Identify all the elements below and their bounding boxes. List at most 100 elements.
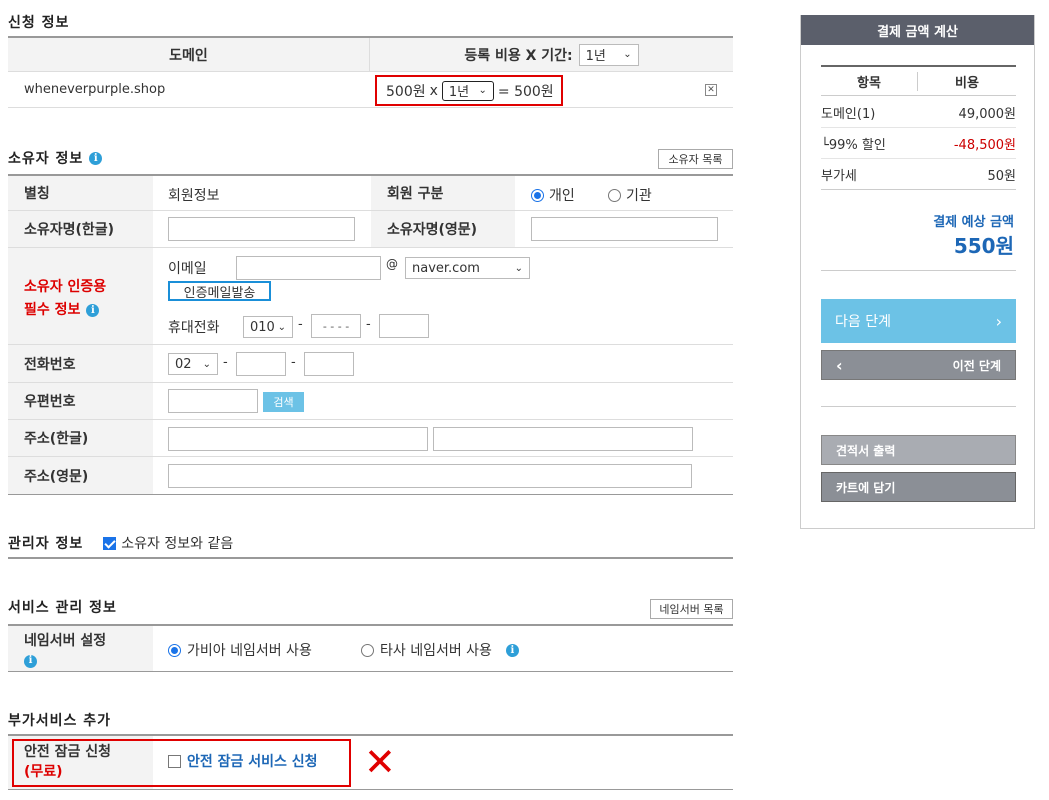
print-quote-button[interactable]: 견적서 출력 xyxy=(821,435,1016,465)
dash: - xyxy=(223,355,228,370)
sidebar-divider xyxy=(821,406,1016,407)
next-step-button[interactable]: 다음 단계 › xyxy=(821,299,1016,343)
application-row: wheneverpurple.shop xyxy=(8,72,733,108)
print-quote-label: 견적서 출력 xyxy=(836,443,896,458)
auth-label-line2: 필수 정보 xyxy=(24,302,81,318)
safe-lock-highlight xyxy=(12,739,351,787)
same-as-owner-label: 소유자 정보와 같음 xyxy=(121,536,234,552)
chevron-left-icon: ‹ xyxy=(836,355,843,375)
estimate-label: 결제 예상 금액 xyxy=(933,215,1014,230)
add-to-cart-label: 카트에 담기 xyxy=(836,480,896,495)
owner-name-row: 소유자명(한글) 소유자명(영문) xyxy=(8,211,733,248)
cost-row-discount: └99% 할인 -48,500원 xyxy=(821,128,1016,159)
estimate-block: 결제 예상 금액 550원 xyxy=(933,211,1014,259)
period-select[interactable]: 1년 ⌄ xyxy=(441,80,494,101)
email-label: 이메일 xyxy=(168,261,207,277)
close-square-icon[interactable]: ✕ xyxy=(705,84,717,96)
dash: - xyxy=(366,317,371,332)
individual-label: 개인 xyxy=(549,188,575,204)
cost-item: 부가세 xyxy=(821,168,857,184)
service-section-title: 서비스 관리 정보 xyxy=(8,600,117,616)
owner-section-header: 소유자 정보 i xyxy=(8,148,103,168)
cost-value: 49,000원 xyxy=(958,106,1016,122)
col-domain-header: 도메인 xyxy=(8,38,370,71)
auth-info-row: 소유자 인증용 필수 정보 i 이메일 @ naver.com ⌄ 인증메일발송 휴… xyxy=(8,248,733,345)
mobile-last-input[interactable] xyxy=(379,314,429,338)
zip-search-button[interactable]: 검색 xyxy=(263,392,304,412)
addr-en-label: 주소(영문) xyxy=(8,457,153,494)
phone-last-input[interactable] xyxy=(304,352,354,376)
radio-ns-gabia[interactable] xyxy=(168,643,181,657)
alias-value: 회원정보 xyxy=(168,188,220,204)
chevron-down-icon: ⌄ xyxy=(623,49,632,60)
nameserver-label: 네임서버 설정 i xyxy=(8,626,153,671)
ns-gabia-label: 가비아 네임서버 사용 xyxy=(187,643,312,659)
mobile-label: 휴대전화 xyxy=(168,320,220,336)
alias-label: 별칭 xyxy=(8,176,153,210)
total-price: = 500원 xyxy=(497,83,554,100)
period-value: 1년 xyxy=(448,85,470,100)
nameserver-row: 네임서버 설정 i 가비아 네임서버 사용 타사 네임서버 사용 i xyxy=(8,626,733,672)
mobile-prefix-value: 010 xyxy=(250,319,274,335)
sidebar-title: 결제 금액 계산 xyxy=(801,15,1034,45)
owner-list-button[interactable]: 소유자 목록 xyxy=(658,149,733,169)
addr-kr-row: 주소(한글) xyxy=(8,420,733,457)
addr-en-input[interactable] xyxy=(168,464,692,488)
phone-row: 전화번호 02 ⌄ - - xyxy=(8,345,733,383)
ns-gabia-option[interactable]: 가비아 네임서버 사용 xyxy=(168,640,312,660)
sidebar-divider xyxy=(821,270,1016,271)
radio-individual[interactable] xyxy=(531,188,544,202)
nameserver-list-button[interactable]: 네임서버 목록 xyxy=(650,599,733,619)
admin-section-title: 관리자 정보 xyxy=(8,536,84,552)
cost-row-vat: 부가세 50원 xyxy=(821,159,1016,190)
zip-label: 우편번호 xyxy=(8,383,153,419)
payment-sidebar: 결제 금액 계산 항목 비용 도메인(1) 49,000원 └99% 할인 -4… xyxy=(800,15,1035,529)
fee-calculation-highlight: 500원 x 1년 ⌄ = 500원 xyxy=(375,75,563,106)
email-domain-select[interactable]: naver.com ⌄ xyxy=(405,257,530,279)
cost-value: -48,500원 xyxy=(953,137,1016,153)
member-type-label: 회원 구분 xyxy=(371,176,515,210)
phone-mid-input[interactable] xyxy=(236,352,286,376)
cost-item: └99% 할인 xyxy=(821,137,886,153)
fee-header-label: 등록 비용 X 기간: xyxy=(464,47,573,64)
mobile-prefix-select[interactable]: 010 ⌄ xyxy=(243,316,293,338)
application-table-header: 도메인 등록 비용 X 기간: 1년 ⌄ xyxy=(8,38,733,72)
cost-value: 50원 xyxy=(987,168,1016,184)
email-domain-value: naver.com xyxy=(412,260,480,276)
chevron-down-icon: ⌄ xyxy=(478,85,487,96)
phone-prefix-select[interactable]: 02 ⌄ xyxy=(168,353,218,375)
phone-label: 전화번호 xyxy=(8,345,153,382)
addr-kr-input-2[interactable] xyxy=(433,427,693,451)
send-auth-mail-button[interactable]: 인증메일발송 xyxy=(168,281,271,301)
period-header-select[interactable]: 1년 ⌄ xyxy=(578,43,639,66)
prev-step-button[interactable]: ‹ 이전 단계 xyxy=(821,350,1016,380)
zip-input[interactable] xyxy=(168,389,258,413)
chevron-down-icon: ⌄ xyxy=(277,321,286,333)
member-type-individual[interactable]: 개인 xyxy=(531,185,575,205)
col-item-header: 항목 xyxy=(821,71,918,91)
member-type-org[interactable]: 기관 xyxy=(608,185,652,205)
info-icon[interactable]: i xyxy=(24,654,37,668)
mobile-mid-input[interactable]: - - - - xyxy=(311,314,361,338)
same-as-owner-checkbox[interactable] xyxy=(103,536,117,550)
radio-ns-other[interactable] xyxy=(361,643,374,657)
at-sign: @ xyxy=(386,257,398,271)
ns-other-label: 타사 네임서버 사용 xyxy=(380,643,492,659)
info-icon[interactable]: i xyxy=(505,643,519,657)
owner-name-en-input[interactable] xyxy=(531,217,718,241)
add-to-cart-button[interactable]: 카트에 담기 xyxy=(821,472,1016,502)
section-divider xyxy=(8,557,733,559)
owner-name-kr-input[interactable] xyxy=(168,217,355,241)
addr-kr-input-1[interactable] xyxy=(168,427,428,451)
info-icon[interactable]: i xyxy=(86,304,100,317)
email-local-input[interactable] xyxy=(236,256,381,280)
info-icon[interactable]: i xyxy=(89,151,103,165)
nameserver-label-text: 네임서버 설정 xyxy=(24,633,107,649)
red-x-annotation-icon: ✕ xyxy=(364,740,396,784)
ns-other-option[interactable]: 타사 네임서버 사용 i xyxy=(361,640,519,660)
col-fee-header: 등록 비용 X 기간: 1년 ⌄ xyxy=(370,38,733,71)
estimate-value: 550원 xyxy=(953,234,1014,258)
same-as-owner-option[interactable]: 소유자 정보와 같음 xyxy=(103,533,233,553)
radio-org[interactable] xyxy=(608,188,621,202)
next-step-label: 다음 단계 xyxy=(835,314,891,330)
